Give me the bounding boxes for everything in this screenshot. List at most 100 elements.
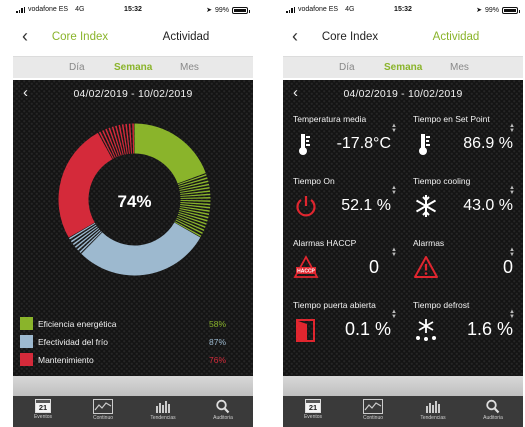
tab-eventos[interactable]: 21 Eventos (13, 399, 73, 420)
tab-actividad[interactable]: Actividad (131, 31, 241, 43)
metric-temperatura-media[interactable]: Temperatura media -17.8°C (283, 114, 401, 176)
chart-legend: Eficiencia energética 58% Efectividad de… (20, 316, 226, 370)
legend-label: Efectividad del frío (38, 337, 108, 347)
divider-strip (13, 376, 253, 396)
tab-continuo[interactable]: Continuo (343, 399, 403, 421)
back-chevron-icon[interactable]: ‹ (292, 27, 298, 45)
tab-eventos[interactable]: 21 Eventos (283, 399, 343, 420)
divider-strip (283, 376, 523, 396)
tab-label: Continuo (362, 415, 383, 421)
bottom-tab-bar: 21 Eventos Continuo Tendencias Auditoria (283, 396, 523, 427)
magnifier-icon (486, 399, 500, 414)
donut-slice-1 (134, 123, 206, 184)
location-arrow-icon: ➤ (206, 7, 212, 14)
segment-semana[interactable]: Semana (384, 62, 422, 73)
metric-tiempo-on[interactable]: Tiempo On 52.1 % (283, 176, 401, 238)
phone-actividad: vodafone ES 4G 15:32 ➤ 99% ‹ Core Index … (283, 0, 523, 427)
sort-toggle-icon[interactable]: ▲ ▼ (391, 309, 397, 320)
legend-swatch-green (20, 317, 33, 330)
segment-semana[interactable]: Semana (114, 62, 152, 73)
segment-dia[interactable]: Día (69, 62, 85, 73)
top-nav: ‹ Core Index Actividad (283, 24, 523, 52)
line-chart-icon (363, 399, 383, 414)
tab-label: Continuo (92, 415, 113, 421)
core-index-panel: ‹ 04/02/2019 - 10/02/2019 74% Eficiencia… (13, 80, 253, 376)
metric-label: Tiempo en Set Point (413, 114, 490, 124)
tab-core-index[interactable]: Core Index (305, 31, 395, 43)
tab-continuo[interactable]: Continuo (73, 399, 133, 421)
line-chart-icon (93, 399, 113, 414)
defrost-icon (416, 319, 436, 341)
metric-value: 0.1 % (344, 319, 391, 339)
tab-label: Tendencias (420, 415, 446, 421)
metric-alarmas-haccp[interactable]: Alarmas HACCP HACCP 0 (283, 238, 401, 300)
back-chevron-icon[interactable]: ‹ (22, 27, 28, 45)
tab-tendencias[interactable]: Tendencias (133, 399, 193, 421)
metric-tiempo-cooling[interactable]: Tiempo cooling ▲ ▼ 43.0 % (403, 176, 521, 238)
metric-value: 86.9 % (463, 135, 513, 152)
legend-swatch-blue (20, 335, 33, 348)
period-segment: Día Semana Mes (13, 56, 253, 78)
donut-slice-3 (58, 132, 113, 238)
legend-item-eficiencia: Eficiencia energética 58% (20, 316, 226, 334)
sort-toggle-icon[interactable]: ▲ ▼ (509, 185, 515, 196)
tab-label: Auditoria (483, 415, 503, 421)
metric-value: -17.8°C (336, 135, 391, 152)
screenshot-pair: vodafone ES 4G 15:32 ➤ 99% ‹ Core Index … (0, 0, 525, 427)
sort-toggle-icon[interactable]: ▲ ▼ (391, 185, 397, 196)
calendar-icon: 21 (35, 399, 51, 413)
metric-value: 1.6 % (466, 319, 513, 339)
tab-label: Eventos (303, 414, 323, 420)
bottom-tab-bar: 21 Eventos Continuo Tendencias Auditoria (13, 396, 253, 427)
metric-tiempo-puerta-abierta[interactable]: Tiempo puerta abierta 0.1 % (283, 300, 401, 362)
snowflake-icon (415, 195, 437, 217)
legend-item-mantenimiento: Mantenimiento 76% (20, 352, 226, 370)
tab-actividad[interactable]: Actividad (401, 31, 511, 43)
status-right: ➤ 99% (206, 6, 250, 14)
period-segment: Día Semana Mes (283, 56, 523, 78)
magnifier-icon (216, 399, 230, 414)
bar-chart-icon (426, 401, 440, 413)
metric-label: Tiempo defrost (413, 300, 470, 310)
date-range: 04/02/2019 - 10/02/2019 (343, 88, 463, 100)
metric-value: 52.1 % (341, 197, 391, 214)
metric-label: Tiempo On (293, 176, 335, 186)
calendar-icon: 21 (305, 399, 321, 413)
battery-icon (232, 6, 250, 14)
metric-label: Tiempo cooling (413, 176, 471, 186)
metric-value: 43.0 % (463, 197, 513, 214)
sort-toggle-icon[interactable]: ▲ ▼ (509, 123, 515, 134)
actividad-panel: ‹ 04/02/2019 - 10/02/2019 Temperatura me… (283, 80, 523, 376)
tab-auditoria[interactable]: Auditoria (193, 399, 253, 421)
segment-mes[interactable]: Mes (180, 62, 199, 73)
battery-icon (502, 6, 520, 14)
thermometer-icon (299, 134, 310, 155)
location-arrow-icon: ➤ (476, 7, 482, 14)
legend-label: Eficiencia energética (38, 319, 117, 329)
phone-core-index: vodafone ES 4G 15:32 ➤ 99% ‹ Core Index … (13, 0, 253, 427)
segment-dia[interactable]: Día (339, 62, 355, 73)
battery-percent: 99% (484, 6, 499, 14)
legend-value: 76% (208, 355, 226, 365)
sort-toggle-icon[interactable]: ▲ ▼ (391, 247, 397, 258)
metric-alarmas[interactable]: Alarmas ▲ ▼ 0 (403, 238, 521, 300)
metric-tiempo-defrost[interactable]: Tiempo defrost ▲ ▼ 1.6 % (403, 300, 521, 362)
tab-auditoria[interactable]: Auditoria (463, 399, 523, 421)
tab-label: Auditoria (213, 415, 233, 421)
metric-label: Alarmas (413, 238, 445, 248)
status-bar: vodafone ES 4G 15:32 ➤ 99% (13, 6, 253, 18)
core-index-value: 74% (117, 192, 152, 211)
tab-label: Tendencias (150, 415, 176, 421)
door-icon (296, 319, 315, 342)
thermometer-icon (419, 134, 430, 155)
tab-core-index[interactable]: Core Index (35, 31, 125, 43)
warning-icon (414, 256, 438, 278)
sort-toggle-icon[interactable]: ▲ ▼ (391, 123, 397, 134)
metric-label: Temperatura media (293, 114, 367, 124)
metric-tiempo-set-point[interactable]: Tiempo en Set Point ▲ ▼ 86.9 % (403, 114, 521, 176)
segment-mes[interactable]: Mes (450, 62, 469, 73)
tab-tendencias[interactable]: Tendencias (403, 399, 463, 421)
battery-percent: 99% (214, 6, 229, 14)
top-nav: ‹ Core Index Actividad (13, 24, 253, 52)
donut-stripe-3 (132, 123, 135, 154)
